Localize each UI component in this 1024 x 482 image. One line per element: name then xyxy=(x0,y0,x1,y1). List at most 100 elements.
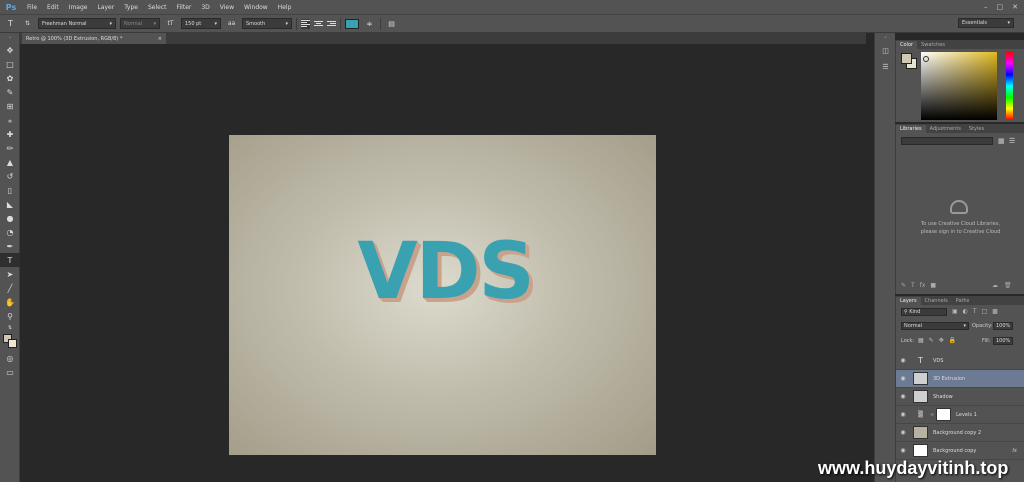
document-canvas[interactable]: VDS xyxy=(229,135,656,455)
character-panel-icon[interactable]: ▤ xyxy=(385,17,398,30)
brush-tool-icon[interactable]: ✏ xyxy=(0,141,20,155)
color-swatches[interactable] xyxy=(0,333,20,351)
library-select[interactable] xyxy=(901,137,993,145)
pen-tool-icon[interactable]: ✒ xyxy=(0,239,20,253)
zoom-tool-icon[interactable]: ⚲ xyxy=(0,309,20,323)
filter-shape-icon[interactable]: □ xyxy=(982,308,988,315)
fill-field[interactable]: 100% xyxy=(993,337,1013,345)
visibility-eye-icon[interactable]: ◉ xyxy=(896,411,910,418)
hue-slider[interactable] xyxy=(1006,52,1013,120)
add-color-icon[interactable]: ■ xyxy=(930,282,936,289)
lock-transparent-icon[interactable]: ▦ xyxy=(918,337,924,344)
tab-layers[interactable]: Layers xyxy=(896,297,921,305)
maximize-icon[interactable]: □ xyxy=(997,3,1004,11)
blur-tool-icon[interactable]: ● xyxy=(0,211,20,225)
align-right-icon[interactable] xyxy=(327,19,336,29)
layer-effects-icon[interactable]: fx xyxy=(1012,448,1017,454)
panel-collapse-icon[interactable]: » xyxy=(0,33,20,43)
tab-swatches[interactable]: Swatches xyxy=(917,41,949,49)
tab-styles[interactable]: Styles xyxy=(965,125,988,133)
menu-help[interactable]: Help xyxy=(273,4,297,11)
menu-3d[interactable]: 3D xyxy=(196,4,214,11)
grid-view-icon[interactable]: ▦ xyxy=(998,137,1005,145)
text-orientation-icon[interactable]: ⇅ xyxy=(21,17,34,30)
tab-channels[interactable]: Channels xyxy=(921,297,952,305)
move-tool-icon[interactable]: ✥ xyxy=(0,43,20,57)
swap-colors-icon[interactable]: ⇅ xyxy=(0,323,20,333)
menu-type[interactable]: Type xyxy=(119,4,143,11)
menu-edit[interactable]: Edit xyxy=(42,4,64,11)
layer-row-vds[interactable]: ◉ T VDS xyxy=(896,352,1024,370)
opacity-field[interactable]: 100% xyxy=(993,322,1013,330)
tab-adjustments[interactable]: Adjustments xyxy=(926,125,965,133)
eyedropper-tool-icon[interactable]: ⁎ xyxy=(0,113,20,127)
menu-select[interactable]: Select xyxy=(143,4,172,11)
layer-mask-thumbnail[interactable] xyxy=(936,408,952,421)
trash-icon[interactable]: 🗑 xyxy=(1004,282,1012,289)
paint-bucket-icon[interactable]: ◣ xyxy=(0,197,20,211)
line-tool-icon[interactable]: ╱ xyxy=(0,281,20,295)
document-tab[interactable]: Retro @ 100% (3D Extrusion, RGB/8) * × xyxy=(22,33,166,44)
close-tab-icon[interactable]: × xyxy=(158,36,162,42)
crop-tool-icon[interactable]: ⊞ xyxy=(0,99,20,113)
layer-row-shadow[interactable]: ◉ Shadow xyxy=(896,388,1024,406)
layer-row-levels[interactable]: ◉ ▒ ∞ Levels 1 xyxy=(896,406,1024,424)
visibility-eye-icon[interactable]: ◉ xyxy=(896,393,910,400)
vds-text-layer[interactable]: VDS xyxy=(355,233,535,311)
filter-smart-object-icon[interactable]: ▩ xyxy=(992,308,998,315)
type-tool-icon[interactable]: T xyxy=(0,253,20,267)
lasso-tool-icon[interactable]: ✿ xyxy=(0,71,20,85)
lock-position-icon[interactable]: ✥ xyxy=(939,337,944,344)
layer-filter-select[interactable]: ⚲ Kind xyxy=(901,308,947,316)
minimize-icon[interactable]: – xyxy=(984,3,988,11)
add-style-icon[interactable]: fx xyxy=(920,282,926,289)
tab-libraries[interactable]: Libraries xyxy=(896,125,926,133)
font-family-select[interactable]: Freehman Normal ▾ xyxy=(38,18,116,29)
dodge-tool-icon[interactable]: ◔ xyxy=(0,225,20,239)
color-picker-cursor[interactable] xyxy=(923,56,929,62)
hand-tool-icon[interactable]: ✋ xyxy=(0,295,20,309)
menu-view[interactable]: View xyxy=(215,4,239,11)
font-style-select[interactable]: Normal ▾ xyxy=(120,18,160,29)
eraser-tool-icon[interactable]: ▯ xyxy=(0,183,20,197)
layer-row-3d-extrusion[interactable]: ◉ 3D Extrusion xyxy=(896,370,1024,388)
history-panel-icon[interactable]: ◫ xyxy=(875,43,896,59)
menu-window[interactable]: Window xyxy=(239,4,273,11)
filter-type-icon[interactable]: T xyxy=(973,308,977,315)
foreground-color-chip[interactable] xyxy=(901,53,912,64)
tab-color[interactable]: Color xyxy=(896,41,918,49)
history-brush-icon[interactable]: ↺ xyxy=(0,169,20,183)
add-graphic-icon[interactable]: ✎ xyxy=(901,282,906,289)
screen-mode-icon[interactable]: ▭ xyxy=(0,365,20,379)
font-size-select[interactable]: 150 pt ▾ xyxy=(181,18,221,29)
quick-mask-icon[interactable]: ◎ xyxy=(0,351,20,365)
visibility-eye-icon[interactable]: ◉ xyxy=(896,429,910,436)
panel-collapse-icon[interactable]: « xyxy=(875,33,896,43)
properties-panel-icon[interactable]: ☰ xyxy=(875,59,896,75)
path-select-icon[interactable]: ➤ xyxy=(0,267,20,281)
marquee-tool-icon[interactable]: □ xyxy=(0,57,20,71)
healing-brush-icon[interactable]: ✚ xyxy=(0,127,20,141)
lock-paint-icon[interactable]: ✎ xyxy=(929,337,934,344)
text-color-swatch[interactable] xyxy=(345,18,359,29)
anti-alias-select[interactable]: Smooth ▾ xyxy=(242,18,292,29)
align-left-icon[interactable] xyxy=(301,18,310,29)
add-text-icon[interactable]: T xyxy=(911,282,915,289)
blend-mode-select[interactable]: Normal ▾ xyxy=(901,322,969,330)
visibility-eye-icon[interactable]: ◉ xyxy=(896,375,910,382)
visibility-eye-icon[interactable]: ◉ xyxy=(896,357,910,364)
background-color-swatch[interactable] xyxy=(8,339,17,348)
layer-row-background-copy-2[interactable]: ◉ Background copy 2 xyxy=(896,424,1024,442)
list-view-icon[interactable]: ☰ xyxy=(1009,137,1015,145)
workspace-select[interactable]: Essentials ▾ xyxy=(958,18,1014,28)
menu-layer[interactable]: Layer xyxy=(92,4,119,11)
filter-pixel-icon[interactable]: ▣ xyxy=(952,308,958,315)
close-icon[interactable]: ✕ xyxy=(1012,3,1018,11)
clone-stamp-icon[interactable]: ▲ xyxy=(0,155,20,169)
tab-paths[interactable]: Paths xyxy=(952,297,974,305)
lock-all-icon[interactable]: 🔒 xyxy=(949,337,956,344)
menu-image[interactable]: Image xyxy=(64,4,93,11)
menu-file[interactable]: File xyxy=(22,4,42,11)
quick-select-tool-icon[interactable]: ✎ xyxy=(0,85,20,99)
align-center-icon[interactable] xyxy=(314,19,323,29)
